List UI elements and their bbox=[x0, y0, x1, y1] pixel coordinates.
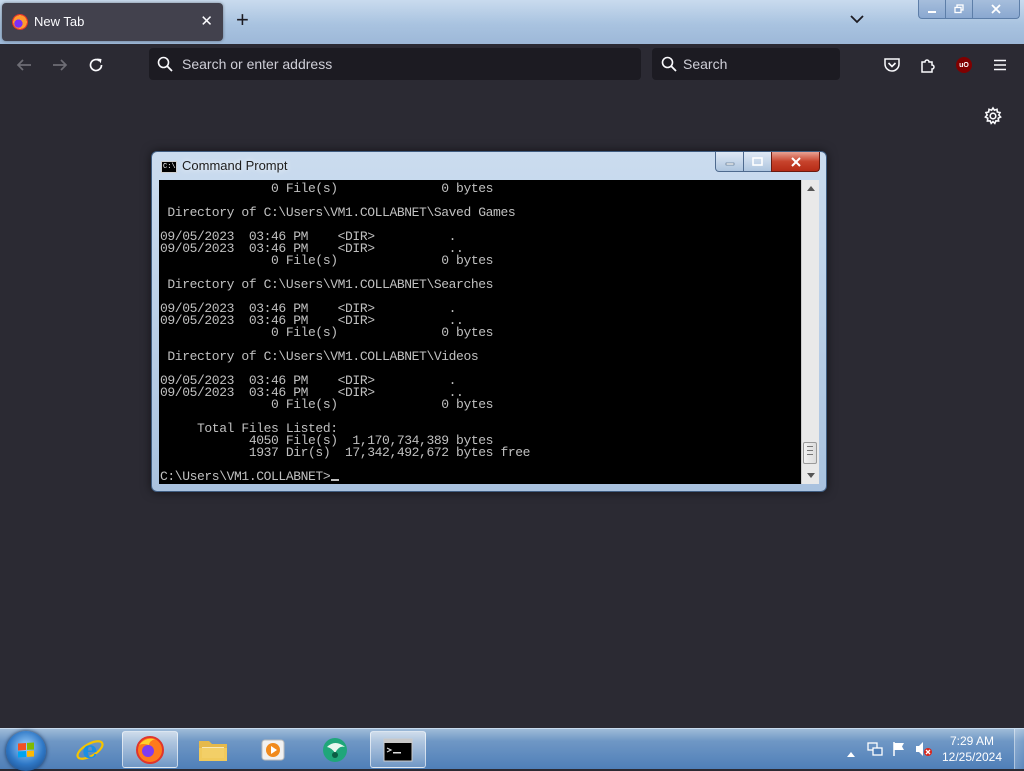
tab-close-icon[interactable]: ✕ bbox=[200, 12, 213, 30]
start-button[interactable] bbox=[6, 731, 46, 771]
tray-network[interactable] bbox=[867, 741, 883, 762]
list-all-tabs-icon[interactable] bbox=[849, 11, 865, 27]
address-bar[interactable]: Search or enter address bbox=[149, 48, 641, 80]
firefox-icon bbox=[12, 14, 28, 30]
ublock-origin-button[interactable]: uO bbox=[953, 54, 975, 76]
scrollbar-thumb[interactable] bbox=[803, 442, 817, 464]
media-player-icon bbox=[261, 739, 285, 760]
new-tab-button[interactable]: + bbox=[236, 9, 249, 31]
cmd-maximize-button[interactable] bbox=[743, 152, 772, 172]
reload-icon bbox=[89, 58, 103, 72]
svg-text:e: e bbox=[82, 735, 97, 764]
green-app-icon bbox=[323, 737, 347, 762]
window-title: Command Prompt bbox=[182, 158, 288, 173]
taskbar: e 7:29 AM 12/25/2024 bbox=[0, 728, 1024, 771]
taskbar-firefox[interactable] bbox=[122, 731, 178, 768]
console-line: Directory of C:\Users\VM1.COLLABNET\Save… bbox=[167, 205, 516, 220]
show-desktop-button[interactable] bbox=[1014, 729, 1024, 769]
window-close-button[interactable] bbox=[972, 0, 1020, 19]
hamburger-menu-icon bbox=[994, 59, 1006, 71]
arrow-up-icon bbox=[806, 186, 815, 191]
tab-strip: New Tab ✕ + bbox=[0, 0, 1024, 44]
minimize-icon bbox=[725, 162, 734, 165]
tab-title: New Tab bbox=[34, 14, 85, 29]
console-line: 0 File(s) 0 bytes bbox=[271, 181, 494, 196]
windows-logo-icon bbox=[18, 742, 34, 758]
taskbar-command-prompt[interactable] bbox=[370, 731, 426, 768]
gear-icon[interactable] bbox=[983, 106, 1003, 126]
console-scrollbar[interactable] bbox=[801, 180, 819, 484]
clock-date: 12/25/2024 bbox=[941, 750, 1003, 764]
flag-icon bbox=[893, 742, 904, 756]
nav-toolbar: Search or enter address Search uO bbox=[0, 44, 1024, 85]
address-bar-placeholder: Search or enter address bbox=[182, 56, 333, 72]
search-icon bbox=[157, 56, 173, 72]
command-prompt-icon: C:\ bbox=[161, 161, 177, 173]
minimize-icon bbox=[928, 11, 936, 13]
tab-new-tab[interactable]: New Tab ✕ bbox=[2, 3, 223, 41]
cmd-minimize-button[interactable] bbox=[715, 152, 744, 172]
arrow-left-icon bbox=[16, 59, 31, 71]
taskbar-green-app[interactable] bbox=[307, 731, 363, 768]
ublock-origin-icon: uO bbox=[956, 57, 972, 73]
taskbar-file-explorer[interactable] bbox=[185, 731, 241, 768]
tray-volume[interactable] bbox=[915, 741, 933, 762]
firefox-icon bbox=[136, 735, 164, 764]
tray-action-center[interactable] bbox=[891, 741, 907, 762]
pocket-button[interactable] bbox=[881, 54, 903, 76]
network-icon bbox=[867, 742, 883, 756]
window-restore-button[interactable] bbox=[945, 0, 973, 19]
internet-explorer-icon: e bbox=[76, 735, 104, 764]
app-menu-button[interactable] bbox=[989, 54, 1011, 76]
console-line: Directory of C:\Users\VM1.COLLABNET\Vide… bbox=[167, 349, 479, 364]
console-text: 0 File(s) 0 bytes Directory of C:\Users\… bbox=[160, 181, 530, 484]
text-cursor bbox=[331, 479, 340, 481]
search-icon bbox=[661, 56, 677, 72]
taskbar-media-player[interactable] bbox=[245, 731, 301, 768]
console-output[interactable]: 0 File(s) 0 bytes Directory of C:\Users\… bbox=[159, 180, 801, 484]
console-line: 0 File(s) 0 bytes bbox=[271, 397, 494, 412]
folder-icon bbox=[199, 740, 227, 761]
puzzle-piece-icon bbox=[921, 59, 935, 73]
clock-time: 7:29 AM bbox=[949, 734, 995, 748]
reload-button[interactable] bbox=[85, 54, 107, 76]
close-icon bbox=[790, 156, 801, 167]
command-prompt-line: C:\Users\VM1.COLLABNET> bbox=[160, 469, 331, 484]
command-prompt-title-bar[interactable]: C:\ Command Prompt bbox=[152, 152, 826, 180]
console-line: 0 File(s) 0 bytes bbox=[271, 253, 494, 268]
scroll-up-button[interactable] bbox=[802, 180, 819, 197]
command-prompt-window[interactable]: C:\ Command Prompt 0 File(s) 0 bytes Dir… bbox=[151, 151, 827, 492]
arrow-down-icon bbox=[806, 473, 815, 478]
console-line: Directory of C:\Users\VM1.COLLABNET\Sear… bbox=[167, 277, 494, 292]
pocket-icon bbox=[884, 58, 900, 72]
back-button[interactable] bbox=[13, 54, 35, 76]
command-prompt-icon bbox=[383, 738, 413, 761]
console-line: 0 File(s) 0 bytes bbox=[271, 325, 494, 340]
cmd-close-button[interactable] bbox=[771, 152, 820, 172]
console-line: 1937 Dir(s) 17,342,492,672 bytes free bbox=[248, 445, 531, 460]
restore-icon bbox=[954, 4, 964, 14]
scroll-down-button[interactable] bbox=[802, 467, 819, 484]
console-lines: 0 File(s) 0 bytes Directory of C:\Users\… bbox=[160, 181, 530, 460]
taskbar-clock[interactable]: 7:29 AM 12/25/2024 bbox=[935, 733, 1009, 765]
taskbar-internet-explorer[interactable]: e bbox=[62, 731, 118, 768]
search-bar-placeholder: Search bbox=[683, 56, 728, 72]
chevron-up-icon bbox=[847, 752, 855, 757]
close-icon bbox=[991, 4, 1001, 14]
volume-muted-icon bbox=[916, 742, 932, 756]
window-minimize-button[interactable] bbox=[918, 0, 946, 19]
show-hidden-icons-button[interactable] bbox=[847, 744, 855, 762]
search-bar[interactable]: Search bbox=[652, 48, 840, 80]
maximize-icon bbox=[752, 157, 763, 166]
arrow-right-icon bbox=[53, 59, 68, 71]
extensions-button[interactable] bbox=[917, 54, 939, 76]
forward-button[interactable] bbox=[49, 54, 71, 76]
